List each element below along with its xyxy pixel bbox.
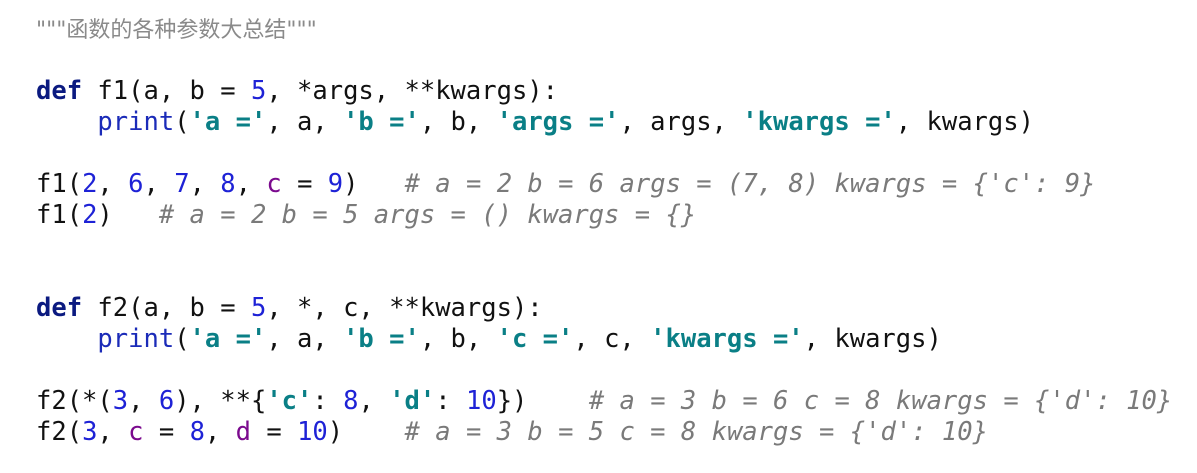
number-token: 3 xyxy=(82,417,98,447)
docstring-token: """函数的各种参数大总结""" xyxy=(36,18,317,43)
code-line: f1(2, 6, 7, 8, c = 9) # a = 2 b = 6 args… xyxy=(36,169,1172,200)
number-token: 6 xyxy=(158,386,175,416)
code-token: , *args, **kwargs): xyxy=(266,76,559,106)
code-token: f2(a, b = xyxy=(82,293,251,323)
code-token: , xyxy=(189,169,221,199)
keyword-argument-token: c xyxy=(266,169,282,199)
code-line: f2(3, c = 8, d = 10) # a = 3 b = 5 c = 8… xyxy=(36,417,1172,448)
number-token: 6 xyxy=(128,169,144,199)
code-token: , xyxy=(97,169,129,199)
code-token: ( xyxy=(174,324,190,354)
keyword-token: def xyxy=(36,76,83,106)
comment-token: # a = 3 b = 6 c = 8 kwargs = {'d': 10} xyxy=(588,386,1173,416)
code-token: , xyxy=(204,417,236,447)
code-token: , xyxy=(128,386,159,416)
code-token: , xyxy=(143,169,175,199)
code-token: : xyxy=(312,386,344,416)
code-token: , kwargs) xyxy=(803,324,942,354)
builtin-token: print xyxy=(97,324,175,354)
code-token: , xyxy=(358,386,390,416)
code-token: f1(a, b = xyxy=(82,76,251,106)
number-token: 10 xyxy=(297,417,328,447)
number-token: 5 xyxy=(250,293,267,323)
code-token: ( xyxy=(174,107,190,137)
code-line: print('a =', a, 'b =', b, 'c =', c, 'kwa… xyxy=(36,324,1172,355)
code-line: def f2(a, b = 5, *, c, **kwargs): xyxy=(36,293,1172,324)
comment-token: # a = 2 b = 6 args = (7, 8) kwargs = {'c… xyxy=(404,169,1096,199)
code-token: ) xyxy=(97,200,159,230)
code-token: }) xyxy=(496,386,589,416)
number-token: 7 xyxy=(174,169,190,199)
code-token: , b, xyxy=(419,324,497,354)
code-token: , *, c, **kwargs): xyxy=(266,293,543,323)
number-token: 3 xyxy=(112,386,129,416)
number-token: 9 xyxy=(327,169,344,199)
string-token: 'a =' xyxy=(189,107,267,137)
code-token: , c, xyxy=(573,324,651,354)
code-token: , xyxy=(235,169,267,199)
builtin-token: print xyxy=(97,107,175,137)
string-token: 'd' xyxy=(389,386,436,416)
keyword-token: def xyxy=(36,293,83,323)
string-token: 'kwargs =' xyxy=(650,324,804,354)
code-line: """函数的各种参数大总结""" xyxy=(36,14,1172,45)
keyword-argument-token: c xyxy=(128,417,144,447)
string-token: 'args =' xyxy=(496,107,620,137)
number-token: 2 xyxy=(82,169,98,199)
comment-token: # a = 3 b = 5 c = 8 kwargs = {'d': 10} xyxy=(404,417,988,447)
code-line: def f1(a, b = 5, *args, **kwargs): xyxy=(36,76,1172,107)
code-token: = xyxy=(281,169,328,199)
code-token: ) xyxy=(327,417,405,447)
code-token: = xyxy=(143,417,190,447)
comment-token: # a = 2 b = 5 args = () kwargs = {} xyxy=(158,200,697,230)
number-token: 8 xyxy=(220,169,236,199)
string-token: 'b =' xyxy=(343,107,420,137)
string-token: 'b =' xyxy=(343,324,420,354)
code-token: , a, xyxy=(266,107,344,137)
number-token: 10 xyxy=(465,386,497,416)
code-token: , xyxy=(97,417,129,447)
code-line: f2(*(3, 6), **{'c': 8, 'd': 10}) # a = 3… xyxy=(36,386,1172,417)
code-line: f1(2) # a = 2 b = 5 args = () kwargs = {… xyxy=(36,200,1172,231)
number-token: 8 xyxy=(343,386,359,416)
code-token: f2( xyxy=(36,417,83,447)
code-token: , args, xyxy=(619,107,743,137)
number-token: 2 xyxy=(82,200,98,230)
keyword-argument-token: d xyxy=(235,417,251,447)
code-token: : xyxy=(435,386,466,416)
code-editor[interactable]: """函数的各种参数大总结""" def f1(a, b = 5, *args,… xyxy=(36,14,1172,448)
code-line: print('a =', a, 'b =', b, 'args =', args… xyxy=(36,107,1172,138)
number-token: 5 xyxy=(250,76,267,106)
string-token: 'a =' xyxy=(189,324,267,354)
code-token: , a, xyxy=(266,324,344,354)
code-token: f2(*( xyxy=(36,386,113,416)
string-token: 'c =' xyxy=(496,324,574,354)
number-token: 8 xyxy=(189,417,205,447)
code-token: , b, xyxy=(419,107,497,137)
code-token: ), **{ xyxy=(174,386,267,416)
code-token: , kwargs) xyxy=(895,107,1034,137)
string-token: 'c' xyxy=(266,386,313,416)
code-token: f1( xyxy=(36,169,83,199)
code-token: ) xyxy=(343,169,405,199)
code-token: f1( xyxy=(36,200,83,230)
string-token: 'kwargs =' xyxy=(742,107,896,137)
code-token: = xyxy=(251,417,298,447)
